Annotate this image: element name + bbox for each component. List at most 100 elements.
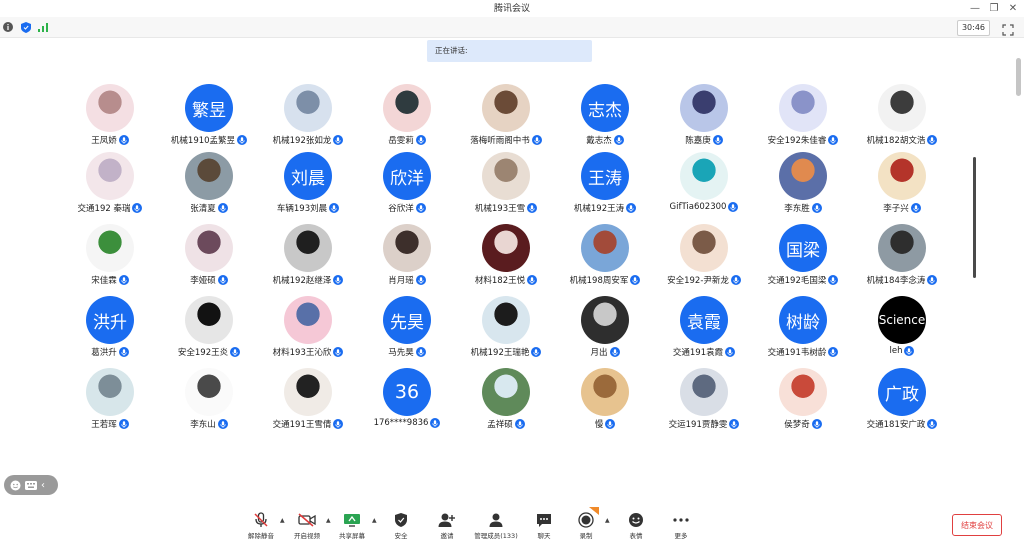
signal-icon[interactable] [37, 21, 49, 33]
emoji-button[interactable]: 表情 [611, 512, 661, 542]
participant-tile[interactable]: 交通192 秦瑞 [60, 152, 160, 224]
participant-name: 王凤娇 [91, 136, 117, 146]
participant-name: 安全192王炎 [177, 348, 229, 358]
participant-tile[interactable]: 李东胜 [753, 152, 853, 224]
participant-name: 机械184李念涛 [866, 276, 926, 286]
participant-tile[interactable]: 安全192-尹新龙 [654, 224, 754, 296]
fullscreen-icon[interactable] [1002, 21, 1014, 36]
participant-tile[interactable]: 安全192王炎 [159, 296, 259, 368]
members-icon [486, 512, 506, 528]
mic-icon [730, 275, 741, 285]
participant-tile[interactable]: 机械182胡文浩 [852, 84, 952, 156]
mic-muted-icon [251, 512, 271, 528]
participant-tile[interactable]: 先昊 马先昊 [357, 296, 457, 368]
participant-tile[interactable]: 国梁 交通192毛国梁 [753, 224, 853, 296]
participant-tile[interactable]: 机械198周安军 [555, 224, 655, 296]
avatar: 国梁 [779, 224, 827, 272]
participant-tile[interactable]: 李东山 [159, 368, 259, 440]
participant-name: 机械192王瑞艳 [470, 348, 530, 358]
participant-tile[interactable]: 落梅听雨阁中书 [456, 84, 556, 156]
participant-tile[interactable]: 欣洋 谷欣洋 [357, 152, 457, 224]
participant-tile[interactable]: 志杰 戴志杰 [555, 84, 655, 156]
participant-name: 葛洪升 [91, 348, 117, 358]
mic-icon [828, 135, 839, 145]
participant-tile[interactable]: 交通191王雪倩 [258, 368, 358, 440]
avatar [482, 224, 530, 272]
participant-name: 交通192 秦瑞 [77, 204, 131, 214]
mic-icon [415, 275, 426, 285]
participant-tile[interactable]: 机械192王瑞艳 [456, 296, 556, 368]
view-switcher[interactable]: ‹ [4, 475, 58, 495]
participant-tile[interactable]: 材料182王悦 [456, 224, 556, 296]
mic-icon [728, 202, 739, 212]
meeting-timer: 30:46 [956, 20, 990, 36]
avatar [284, 296, 332, 344]
mic-icon [712, 135, 723, 145]
participant-tile[interactable]: 肖月瑶 [357, 224, 457, 296]
keyboard-icon[interactable] [25, 480, 37, 490]
participant-tile[interactable]: 陈嘉庚 [654, 84, 754, 156]
participant-tile[interactable]: 李子兴 [852, 152, 952, 224]
participant-name: 张清夏 [190, 204, 216, 214]
avatar: 刘晨 [284, 152, 332, 200]
participant-tile[interactable]: 王若珲 [60, 368, 160, 440]
invite-button[interactable]: 邀请 [422, 512, 472, 542]
participant-tile[interactable]: 岳雯莉 [357, 84, 457, 156]
participant-tile[interactable]: 宋佳霖 [60, 224, 160, 296]
participant-tile[interactable]: 刘晨 车辆193刘晨 [258, 152, 358, 224]
mic-icon [927, 275, 938, 285]
mic-icon [904, 346, 915, 356]
mic-icon [118, 419, 129, 429]
participant-tile[interactable]: 王凤娇 [60, 84, 160, 156]
participant-tile[interactable]: 月出 [555, 296, 655, 368]
participant-name: 机械1910孟繁昱 [170, 136, 236, 146]
gallery-scrollbar[interactable] [973, 157, 976, 278]
participant-tile[interactable]: GifTia602300 [654, 152, 754, 224]
participant-tile[interactable]: 交运191贾静雯 [654, 368, 754, 440]
participant-tile[interactable]: 材料193王沁欣 [258, 296, 358, 368]
emoji-face-icon[interactable] [10, 480, 21, 491]
unmute-button[interactable]: 解除静音 [236, 512, 286, 542]
participant-name-row: 机械184李念涛 [842, 274, 962, 286]
avatar: 志杰 [581, 84, 629, 132]
participant-tile[interactable]: 张清夏 [159, 152, 259, 224]
participant-tile[interactable]: 繁昱 机械1910孟繁昱 [159, 84, 259, 156]
shield-icon[interactable] [20, 21, 32, 33]
participant-tile[interactable]: 孟祥硕 [456, 368, 556, 440]
participant-tile[interactable]: 慢 [555, 368, 655, 440]
participant-tile[interactable]: 洪升 葛洪升 [60, 296, 160, 368]
participant-name: 宋佳霖 [91, 276, 117, 286]
participant-tile[interactable]: 机械193王雪 [456, 152, 556, 224]
scrollbar-thumb[interactable] [1016, 58, 1021, 96]
window-title: 腾讯会议 [493, 4, 530, 14]
share-screen-button[interactable]: 共享屏幕 [327, 512, 377, 542]
mic-icon [118, 347, 129, 357]
participant-tile[interactable]: 机械192赵继泽 [258, 224, 358, 296]
manage-members-button[interactable]: 管理成员(133) [471, 512, 521, 542]
participant-tile[interactable]: 安全192朱佳睿 [753, 84, 853, 156]
participant-tile[interactable]: 36 176****9836 [357, 368, 457, 440]
more-button[interactable]: 更多 [656, 512, 706, 542]
avatar [482, 296, 530, 344]
info-icon[interactable] [2, 21, 14, 33]
participant-tile[interactable]: 李娅硕 [159, 224, 259, 296]
participant-tile[interactable]: 袁霞 交通191袁霞 [654, 296, 754, 368]
participant-tile[interactable]: 树龄 交通191韦树龄 [753, 296, 853, 368]
participant-tile[interactable]: 侯梦奇 [753, 368, 853, 440]
close-icon[interactable]: ✕ [1002, 0, 1024, 16]
participant-name: 材料193王沁欣 [272, 348, 332, 358]
camera-off-icon [297, 512, 317, 528]
participant-tile[interactable]: Science leh [852, 296, 952, 368]
end-meeting-button[interactable]: 结束会议 [952, 514, 1002, 536]
avatar [680, 152, 728, 200]
chevron-left-icon[interactable]: ‹ [41, 480, 45, 491]
avatar [86, 84, 134, 132]
start-video-button[interactable]: 开启视频 [282, 512, 332, 542]
record-button[interactable]: 录制 [561, 507, 611, 542]
participant-tile[interactable]: 王涛 机械192王涛 [555, 152, 655, 224]
record-options-caret-icon[interactable]: ▲ [605, 517, 610, 524]
participant-tile[interactable]: 机械192张如龙 [258, 84, 358, 156]
participant-tile[interactable]: 机械184李念涛 [852, 224, 952, 296]
security-button[interactable]: 安全 [376, 512, 426, 542]
participant-tile[interactable]: 广政 交通181安广政 [852, 368, 952, 440]
